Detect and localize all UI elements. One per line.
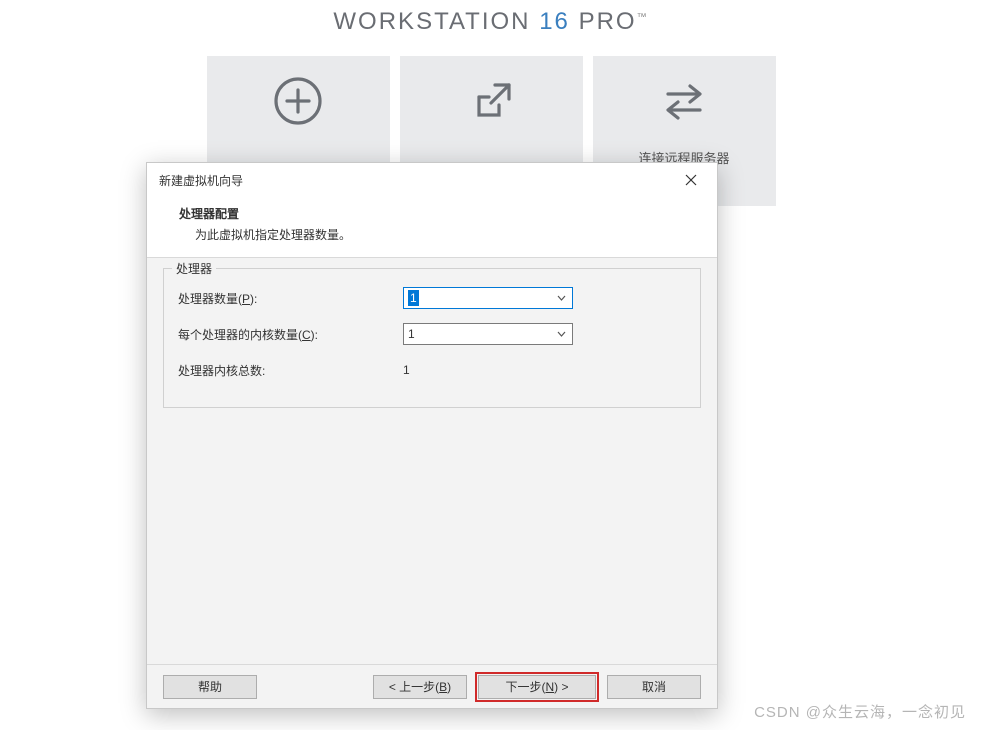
- close-icon: [685, 174, 697, 186]
- watermark: CSDN @众生云海，一念初见: [754, 701, 966, 722]
- brand-tm: ™: [637, 12, 649, 23]
- label-processor-count: 处理器数量(P):: [178, 290, 403, 307]
- brand-word1: WORKSTATION: [333, 8, 530, 35]
- next-button-highlight: 下一步(N) >: [475, 672, 599, 702]
- dialog-heading: 处理器配置: [179, 205, 705, 222]
- help-button[interactable]: 帮助: [163, 675, 257, 699]
- row-total-cores: 处理器内核总数: 1: [178, 355, 686, 385]
- chevron-down-icon: [554, 288, 568, 308]
- cancel-button[interactable]: 取消: [607, 675, 701, 699]
- groupbox-legend: 处理器: [172, 260, 216, 277]
- processor-groupbox: 处理器 处理器数量(P): 1 每个处理器的内核数量(C):: [163, 268, 701, 408]
- dialog-footer: 帮助 < 上一步(B) 下一步(N) > 取消: [147, 664, 717, 708]
- dialog-title: 新建虚拟机向导: [159, 172, 243, 189]
- processor-count-combobox[interactable]: 1: [403, 287, 573, 309]
- brand-word3: PRO: [579, 8, 637, 35]
- back-button[interactable]: < 上一步(B): [373, 675, 467, 699]
- chevron-down-icon: [554, 324, 568, 344]
- open-external-icon: [464, 74, 518, 128]
- row-processor-count: 处理器数量(P): 1: [178, 283, 686, 313]
- close-button[interactable]: [677, 169, 705, 191]
- swap-arrows-icon: [657, 74, 711, 128]
- label-total-cores: 处理器内核总数:: [178, 362, 403, 379]
- cores-per-processor-combobox[interactable]: 1: [403, 323, 573, 345]
- processor-count-value: 1: [408, 290, 419, 306]
- plus-circle-icon: [271, 74, 325, 128]
- wizard-dialog: 新建虚拟机向导 处理器配置 为此虚拟机指定处理器数量。 处理器 处理器数量(P)…: [146, 162, 718, 709]
- dialog-body: 处理器 处理器数量(P): 1 每个处理器的内核数量(C):: [147, 257, 717, 664]
- dialog-description: 为此虚拟机指定处理器数量。: [195, 226, 705, 243]
- dialog-titlebar: 新建虚拟机向导: [147, 163, 717, 197]
- dialog-subheader: 处理器配置 为此虚拟机指定处理器数量。: [147, 197, 717, 257]
- cores-per-processor-value: 1: [408, 327, 415, 341]
- brand-word2: 16: [539, 8, 570, 35]
- product-brand: WORKSTATION 16 PRO™: [0, 0, 982, 36]
- row-cores-per-processor: 每个处理器的内核数量(C): 1: [178, 319, 686, 349]
- label-cores-per-processor: 每个处理器的内核数量(C):: [178, 326, 403, 343]
- next-button[interactable]: 下一步(N) >: [478, 675, 596, 699]
- total-cores-value: 1: [403, 363, 410, 377]
